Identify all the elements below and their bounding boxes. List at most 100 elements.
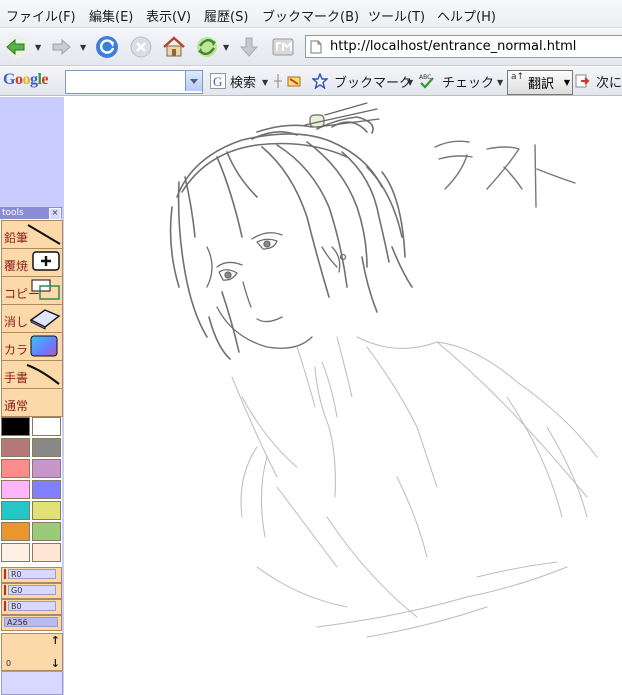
swatch-orange[interactable]: [1, 522, 30, 541]
swatch-cream[interactable]: [1, 543, 30, 562]
tools-close-button[interactable]: ×: [49, 208, 61, 220]
addon-icon: [272, 38, 294, 56]
swatch-salmon[interactable]: [1, 459, 30, 478]
url-text: http://localhost/entrance_normal.html: [330, 39, 577, 54]
download-button[interactable]: [236, 34, 262, 60]
tool-label: 消し: [4, 315, 29, 329]
spellcheck-icon: ABC: [419, 74, 434, 89]
menu-file[interactable]: ファイル(F): [6, 6, 76, 25]
menu-edit[interactable]: 編集(E): [89, 6, 133, 25]
navigation-toolbar: ▼ ▼ ▼ http://localhost/entrance_normal.h…: [0, 29, 622, 66]
addon-button[interactable]: [270, 34, 296, 60]
layer-up-button[interactable]: ↑: [51, 635, 60, 646]
home-button[interactable]: [161, 34, 187, 60]
swatch-rose-brown[interactable]: [1, 438, 30, 457]
bookmark-star-icon: [312, 73, 328, 89]
tool-normal[interactable]: 通常: [1, 388, 63, 417]
svg-text:ABC: ABC: [419, 74, 431, 81]
google-logo: Google: [3, 71, 49, 88]
tool-pencil[interactable]: 鉛筆: [1, 220, 63, 249]
slider-marker: [4, 585, 6, 595]
swatch-peach[interactable]: [32, 543, 61, 562]
next-arrow-icon: [575, 74, 590, 88]
copy-rect-icon: [31, 279, 60, 300]
forward-history-caret[interactable]: ▼: [80, 43, 86, 52]
slider-green[interactable]: G0: [1, 583, 62, 599]
swatch-cyan[interactable]: [1, 501, 30, 520]
eraser-icon: [29, 309, 61, 330]
svg-text:G: G: [213, 74, 222, 89]
hair-ornament: [304, 102, 380, 128]
tool-dodge[interactable]: 覆焼: [1, 248, 63, 277]
separator-grip-icon: [274, 74, 282, 88]
next-button[interactable]: 次に: [596, 72, 622, 91]
swatch-pink[interactable]: [1, 480, 30, 499]
pencil-line-icon: [27, 224, 61, 245]
tool-copy[interactable]: コピー: [1, 276, 63, 305]
slider-blue-value: B0: [8, 601, 56, 611]
stop-button[interactable]: [128, 34, 154, 60]
search-button[interactable]: 検索: [230, 72, 256, 91]
layer-selector[interactable]: ↑ ↓ 0: [1, 633, 63, 671]
tools-panel: tools × 鉛筆 覆焼 コピー 消し カラ 手書 通常 R0 G0 B0 A…: [0, 207, 63, 695]
hair-strokes: [169, 116, 413, 360]
color-gradient-icon: [30, 335, 58, 357]
translate-caret[interactable]: ▼: [564, 78, 570, 87]
search-history-dropdown[interactable]: [185, 71, 202, 91]
swatch-khaki[interactable]: [32, 501, 61, 520]
sync-button[interactable]: [194, 34, 220, 60]
slider-alpha-value: A256: [4, 617, 58, 627]
menu-tools[interactable]: ツール(T): [368, 6, 425, 25]
download-icon: [239, 37, 259, 57]
check-button[interactable]: チェック: [442, 72, 494, 91]
slider-green-value: G0: [8, 585, 56, 595]
sketch-drawing: [169, 102, 598, 638]
tool-label: カラ: [4, 343, 29, 357]
back-history-caret[interactable]: ▼: [35, 43, 41, 52]
tool-eraser[interactable]: 消し: [1, 304, 63, 333]
google-toolbar: Google G 検索 ▼ ブックマーク ▼ ABC チェック ▼ a↑ 翻訳 …: [0, 67, 622, 96]
handwritten-text: [434, 140, 576, 208]
back-icon: [6, 36, 28, 58]
tool-label: 鉛筆: [4, 231, 29, 245]
translate-label: 翻訳: [528, 77, 555, 92]
drawing-canvas[interactable]: [67, 97, 622, 695]
slider-red[interactable]: R0: [1, 567, 62, 583]
slider-alpha[interactable]: A256: [1, 615, 62, 631]
tools-frame: tools × 鉛筆 覆焼 コピー 消し カラ 手書 通常 R0 G0 B0 A…: [0, 97, 66, 695]
sync-icon: [197, 37, 217, 57]
back-button[interactable]: [4, 34, 30, 60]
bookmarks-caret[interactable]: ▼: [407, 78, 413, 87]
swatch-mauve[interactable]: [32, 459, 61, 478]
layer-down-button[interactable]: ↓: [51, 658, 60, 669]
menu-view[interactable]: 表示(V): [146, 6, 191, 25]
reload-button[interactable]: [94, 34, 120, 60]
swatch-white[interactable]: [32, 417, 61, 436]
menu-bookmarks[interactable]: ブックマーク(B): [262, 6, 359, 25]
swatch-blue-violet[interactable]: [32, 480, 61, 499]
stop-icon: [130, 36, 152, 58]
swatch-black[interactable]: [1, 417, 30, 436]
dodge-plus-icon: [32, 251, 60, 271]
tool-color[interactable]: カラ: [1, 332, 63, 361]
translate-icon: a↑: [511, 72, 525, 82]
menu-bar: ファイル(F) 編集(E) 表示(V) 履歴(S) ブックマーク(B) ツール(…: [0, 0, 622, 28]
highlight-icon[interactable]: [286, 73, 302, 89]
swatch-gray[interactable]: [32, 438, 61, 457]
swatch-green[interactable]: [32, 522, 61, 541]
search-caret[interactable]: ▼: [262, 78, 268, 87]
slider-blue[interactable]: B0: [1, 599, 62, 615]
menu-history[interactable]: 履歴(S): [204, 6, 248, 25]
menu-help[interactable]: ヘルプ(H): [437, 6, 496, 25]
tool-handwrite[interactable]: 手書: [1, 360, 63, 389]
sync-caret[interactable]: ▼: [223, 43, 229, 52]
check-caret[interactable]: ▼: [497, 78, 503, 87]
translate-button[interactable]: a↑ 翻訳 ▼: [507, 70, 573, 95]
forward-button[interactable]: [48, 34, 74, 60]
url-bar[interactable]: http://localhost/entrance_normal.html: [305, 35, 622, 58]
google-search-input[interactable]: [65, 70, 203, 94]
tools-extra-box[interactable]: [1, 671, 63, 695]
home-icon: [163, 36, 185, 57]
bookmarks-button[interactable]: ブックマーク: [334, 72, 412, 91]
handwrite-curve-icon: [26, 363, 60, 385]
